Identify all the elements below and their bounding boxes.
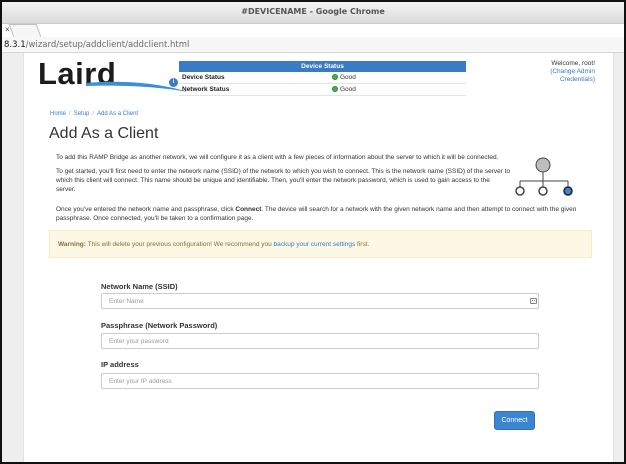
page-content: Laird Device Status i Device Status Good… <box>23 53 614 462</box>
title-bar: #DEVICENAME - Google Chrome <box>2 2 624 24</box>
intro-paragraph-2: To get started, you'll first need to ent… <box>56 168 511 194</box>
passphrase-label: Passphrase (Network Password) <box>101 321 218 330</box>
info-icon[interactable]: i <box>169 78 178 87</box>
breadcrumb-separator: / <box>69 111 71 117</box>
ip-address-label: IP address <box>101 360 139 369</box>
page-title: Add As a Client <box>49 125 159 142</box>
welcome-text: Welcome, root! <box>551 60 595 67</box>
breadcrumb-separator: / <box>92 111 95 117</box>
tab-close-icon[interactable]: × <box>5 25 10 34</box>
url-text[interactable]: 8.3.1/wizard/setup/addclient/addclient.h… <box>4 40 189 50</box>
status-panel-title: Device Status <box>179 61 466 72</box>
breadcrumb-current: Add As a Client <box>97 111 139 117</box>
network-status-row: Network Status Good <box>179 84 466 96</box>
browser-window: #DEVICENAME - Google Chrome × 8.3.1/wiza… <box>0 0 626 464</box>
browser-tab[interactable] <box>8 24 42 37</box>
network-status-value: Good <box>332 84 356 96</box>
network-status-label: Network Status <box>182 86 230 93</box>
intro-paragraph-1: To add this RAMP Bridge as another netwo… <box>56 154 499 161</box>
ssid-input[interactable] <box>101 293 539 309</box>
device-status-text: Good <box>340 74 356 81</box>
device-status-row: Device Status Good <box>179 72 466 84</box>
device-status-label: Device Status <box>182 74 225 81</box>
breadcrumb: Home / Setup / Add As a Client <box>50 111 138 117</box>
device-status-panel: Device Status i Device Status Good Netwo… <box>169 61 466 99</box>
p3-bold-connect: Connect <box>235 206 262 213</box>
address-bar[interactable]: 8.3.1/wizard/setup/addclient/addclient.h… <box>2 37 624 53</box>
warning-text: This will delete your previous configura… <box>85 241 274 248</box>
warning-label: Warning: <box>58 241 86 248</box>
status-good-icon <box>332 86 338 92</box>
url-path: /wizard/setup/addclient/addclient.html <box>25 40 190 50</box>
welcome-box: Welcome, root! (Change Admin Credentials… <box>515 60 595 84</box>
p3-text-a: Once you've entered the network name and… <box>56 206 236 213</box>
change-admin-credentials-link[interactable]: (Change Admin Credentials) <box>550 68 595 83</box>
window-title: #DEVICENAME - Google Chrome <box>241 7 385 16</box>
ip-address-input[interactable] <box>101 373 539 389</box>
warning-end: first. <box>355 241 370 248</box>
breadcrumb-setup[interactable]: Setup <box>74 111 90 117</box>
url-host: 8.3.1 <box>4 40 26 50</box>
ssid-label: Network Name (SSID) <box>101 282 178 291</box>
breadcrumb-home[interactable]: Home <box>50 111 66 117</box>
backup-settings-link[interactable]: backup your current settings <box>274 241 356 248</box>
warning-alert: Warning: This will delete your previous … <box>49 230 592 258</box>
intro-paragraph-3: Once you've entered the network name and… <box>56 205 586 223</box>
device-status-value: Good <box>332 72 356 84</box>
keyboard-icon <box>530 298 537 304</box>
network-topology-icon <box>515 157 573 196</box>
page-viewport: Laird Device Status i Device Status Good… <box>2 53 624 462</box>
connect-button[interactable]: Connect <box>494 411 535 430</box>
network-status-text: Good <box>340 86 356 93</box>
status-good-icon <box>332 74 338 80</box>
passphrase-input[interactable] <box>101 333 539 349</box>
